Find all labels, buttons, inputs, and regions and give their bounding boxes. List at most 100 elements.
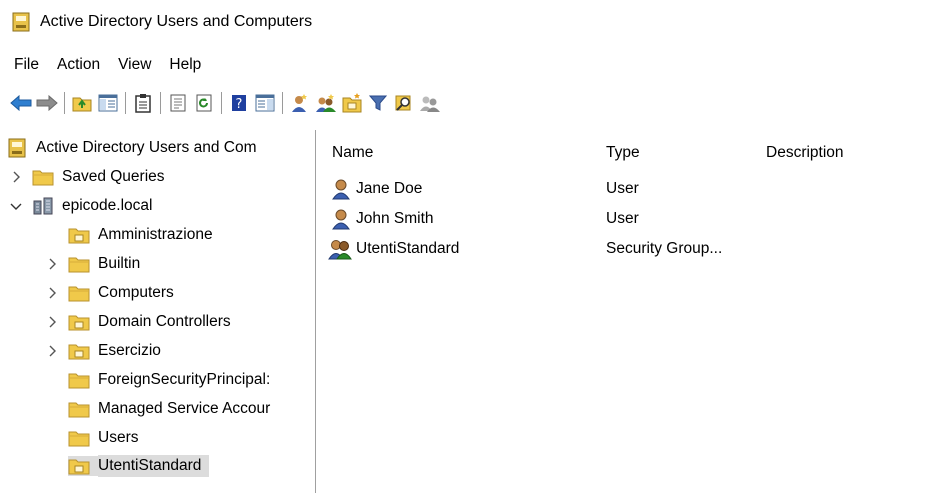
- chevron-right-icon[interactable]: [44, 314, 60, 330]
- list-item-name: John Smith: [332, 208, 434, 230]
- forward-arrow-icon: [36, 95, 58, 111]
- domain-icon: [33, 197, 53, 215]
- tree-item-esercizio[interactable]: Esercizio: [44, 337, 165, 365]
- new-user-button[interactable]: [287, 90, 313, 116]
- list-item-name: Jane Doe: [332, 178, 422, 200]
- folder-icon: [68, 373, 90, 389]
- chevron-right-icon[interactable]: [44, 285, 60, 301]
- menu-action[interactable]: Action: [48, 56, 109, 74]
- tree-item-amministrazione[interactable]: Amministrazione: [68, 221, 217, 249]
- chevron-right-icon[interactable]: [44, 256, 60, 272]
- list-item-name-text: Jane Doe: [356, 180, 423, 197]
- new-ou-button[interactable]: [339, 90, 365, 116]
- back-arrow-icon: [10, 95, 32, 111]
- help-button[interactable]: ?: [226, 90, 252, 116]
- tree-item-label: Managed Service Accour: [98, 400, 271, 417]
- clipboard-button[interactable]: [130, 90, 156, 116]
- ad-app-icon: [12, 12, 30, 32]
- toolbar: ?: [0, 86, 930, 120]
- list-item[interactable]: UtentiStandard Security Group...: [316, 234, 930, 264]
- tree-item-managed-service-accounts[interactable]: Managed Service Accour: [68, 395, 274, 423]
- chevron-down-icon[interactable]: [8, 198, 24, 214]
- tree-item-label: Domain Controllers: [98, 313, 231, 330]
- folder-icon: [68, 257, 90, 273]
- user-icon: [332, 179, 350, 200]
- new-group-icon: [316, 94, 336, 112]
- list-item[interactable]: Jane Doe User: [316, 174, 930, 204]
- help-icon: ?: [232, 95, 246, 112]
- ou-icon: [68, 344, 90, 360]
- new-group-button[interactable]: [313, 90, 339, 116]
- chevron-right-icon[interactable]: [44, 343, 60, 359]
- column-header-description[interactable]: Description: [766, 144, 844, 162]
- menu-help[interactable]: Help: [160, 56, 210, 74]
- menu-view[interactable]: View: [109, 56, 160, 74]
- column-header-type[interactable]: Type: [606, 144, 640, 162]
- tree-item-label: Esercizio: [98, 342, 161, 359]
- ad-root-icon: [8, 138, 26, 158]
- filter-icon: [369, 95, 387, 111]
- toolbar-separator: [160, 92, 161, 114]
- folder-icon: [68, 431, 90, 447]
- forward-button[interactable]: [34, 90, 60, 116]
- list-item-name-text: UtentiStandard: [356, 240, 460, 257]
- tree-item-builtin[interactable]: Builtin: [44, 250, 144, 278]
- new-ou-icon: [342, 93, 362, 113]
- group-icon: [328, 240, 352, 260]
- tree-item-label: epicode.local: [62, 197, 153, 214]
- show-hide-console-tree-button[interactable]: [95, 90, 121, 116]
- tree-item-label: Active Directory Users and Com: [36, 139, 257, 156]
- toolbar-separator: [282, 92, 283, 114]
- show-action-pane-button[interactable]: [252, 90, 278, 116]
- console-tree[interactable]: Active Directory Users and Com Saved Que…: [0, 130, 316, 493]
- tree-item-foreign-security-principals[interactable]: ForeignSecurityPrincipal:: [68, 366, 274, 394]
- show-action-pane-icon: [255, 94, 275, 112]
- window-title: Active Directory Users and Computers: [40, 13, 313, 30]
- properties-button[interactable]: [165, 90, 191, 116]
- clipboard-icon: [135, 94, 151, 113]
- new-user-icon: [292, 94, 307, 112]
- up-one-level-button[interactable]: [69, 90, 95, 116]
- tree-item-root[interactable]: Active Directory Users and Com: [6, 134, 261, 162]
- filter-button[interactable]: [365, 90, 391, 116]
- tree-item-utentistandard[interactable]: UtentiStandard: [68, 452, 210, 480]
- tree-item-label: Amministrazione: [98, 226, 213, 243]
- folder-icon: [68, 286, 90, 302]
- toolbar-separator: [125, 92, 126, 114]
- tree-item-domain[interactable]: epicode.local: [8, 192, 156, 220]
- results-list[interactable]: Name Type Description Jane Doe User John…: [316, 130, 930, 493]
- svg-text:?: ?: [236, 97, 243, 112]
- tree-item-computers[interactable]: Computers: [44, 279, 178, 307]
- list-item[interactable]: John Smith User: [316, 204, 930, 234]
- column-header-name[interactable]: Name: [332, 144, 373, 162]
- refresh-icon: [196, 94, 212, 112]
- menu-file[interactable]: File: [0, 56, 48, 74]
- user-icon: [332, 209, 350, 230]
- list-item-type: User: [606, 210, 639, 227]
- refresh-button[interactable]: [191, 90, 217, 116]
- find-button[interactable]: [391, 90, 417, 116]
- tree-item-saved-queries[interactable]: Saved Queries: [8, 163, 169, 191]
- add-to-group-button[interactable]: [417, 90, 443, 116]
- ou-icon: [68, 228, 90, 244]
- tree-item-label: Saved Queries: [62, 168, 165, 185]
- back-button[interactable]: [8, 90, 34, 116]
- ou-icon: [68, 315, 90, 331]
- properties-icon: [170, 94, 186, 112]
- tree-item-domain-controllers[interactable]: Domain Controllers: [44, 308, 235, 336]
- up-folder-icon: [72, 97, 92, 112]
- tree-item-label: Computers: [98, 284, 174, 301]
- ou-icon: [68, 456, 98, 476]
- tree-item-label: Builtin: [98, 255, 141, 272]
- folder-icon: [32, 170, 54, 186]
- list-item-name: UtentiStandard: [328, 238, 459, 260]
- list-item-type: User: [606, 180, 639, 197]
- folder-icon: [68, 402, 90, 418]
- tree-item-users[interactable]: Users: [68, 424, 142, 452]
- tree-item-label: UtentiStandard: [98, 455, 210, 477]
- toolbar-separator: [64, 92, 65, 114]
- list-item-name-text: John Smith: [356, 210, 434, 227]
- chevron-right-icon[interactable]: [8, 169, 24, 185]
- menu-bar: File Action View Help: [0, 52, 210, 78]
- add-to-group-icon: [420, 96, 440, 112]
